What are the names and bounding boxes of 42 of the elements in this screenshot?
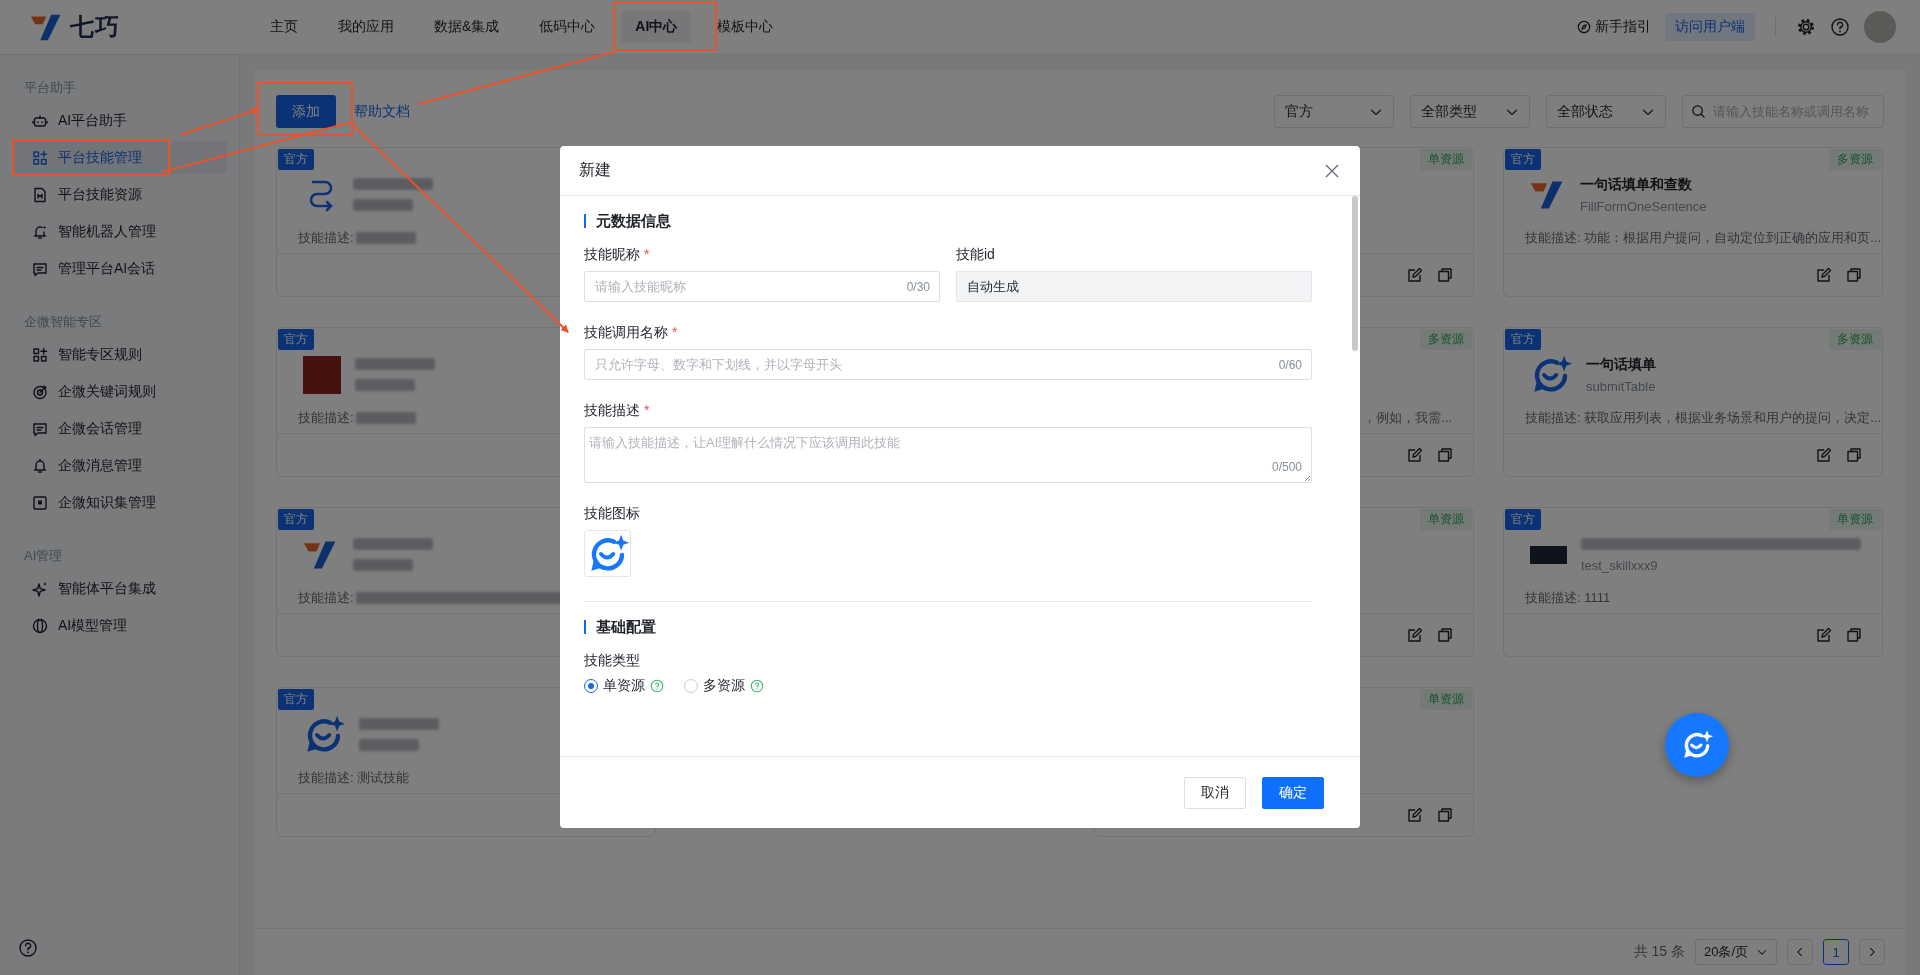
resource-type-tag: 单资源	[1420, 689, 1472, 710]
official-tag: 官方	[278, 329, 314, 350]
skill-name: 一句话填单	[1586, 356, 1656, 374]
resource-type-tag: 单资源	[1420, 509, 1472, 530]
logo-text: 七巧	[70, 12, 120, 42]
field-label: 技能图标	[584, 505, 640, 521]
skill-description: ，例如，我需...	[1363, 409, 1452, 427]
resource-type-tag: 单资源	[1420, 149, 1472, 170]
section-title: 元数据信息	[584, 214, 1312, 228]
resource-type-tag: 多资源	[1829, 329, 1881, 350]
skill-description: 技能描述: 1111	[1525, 589, 1611, 607]
official-tag: 官方	[278, 149, 314, 170]
skill-name: 一句话填单和查数	[1580, 176, 1693, 194]
call-name: submitTable	[1586, 379, 1656, 394]
skill-description: 技能描述: 功能：根据用户提问，自动定位到正确的应用和页...	[1525, 229, 1882, 247]
official-tag: 官方	[1505, 509, 1541, 530]
skill-description: 技能描述:	[298, 589, 354, 607]
call-name: FillFormOneSentence	[1580, 199, 1707, 214]
official-tag: 官方	[278, 509, 314, 530]
resource-type-tag: 单资源	[1829, 509, 1881, 530]
required-mark: *	[672, 324, 678, 340]
required-mark: *	[644, 246, 650, 262]
required-mark: *	[644, 402, 650, 418]
skill-description: 技能描述:	[298, 229, 354, 247]
skill-description: 技能描述:	[298, 409, 354, 427]
character-counter: 0/60	[1278, 357, 1302, 372]
official-tag: 官方	[1505, 149, 1541, 170]
field-label: 技能昵称	[584, 246, 640, 262]
official-tag: 官方	[1505, 329, 1541, 350]
field-label: 技能描述	[584, 402, 640, 418]
skill-description: 技能描述: 获取应用列表，根据业务场景和用户的提问，决定...	[1525, 409, 1882, 427]
official-tag: 官方	[278, 689, 314, 710]
resource-type-tag: 多资源	[1420, 329, 1472, 350]
character-counter: 0/30	[906, 279, 930, 294]
field-label: 技能id	[956, 246, 995, 262]
section-title: 基础配置	[584, 620, 1312, 634]
total-count: 共 15 条	[1633, 943, 1685, 961]
skill-description: 技能描述: 测试技能	[298, 769, 410, 787]
character-counter: 0/500	[1271, 460, 1302, 474]
call-name: test_skillxxx9	[1581, 558, 1659, 573]
resource-type-tag: 多资源	[1829, 149, 1881, 170]
dialog-title: 新建	[579, 160, 611, 180]
